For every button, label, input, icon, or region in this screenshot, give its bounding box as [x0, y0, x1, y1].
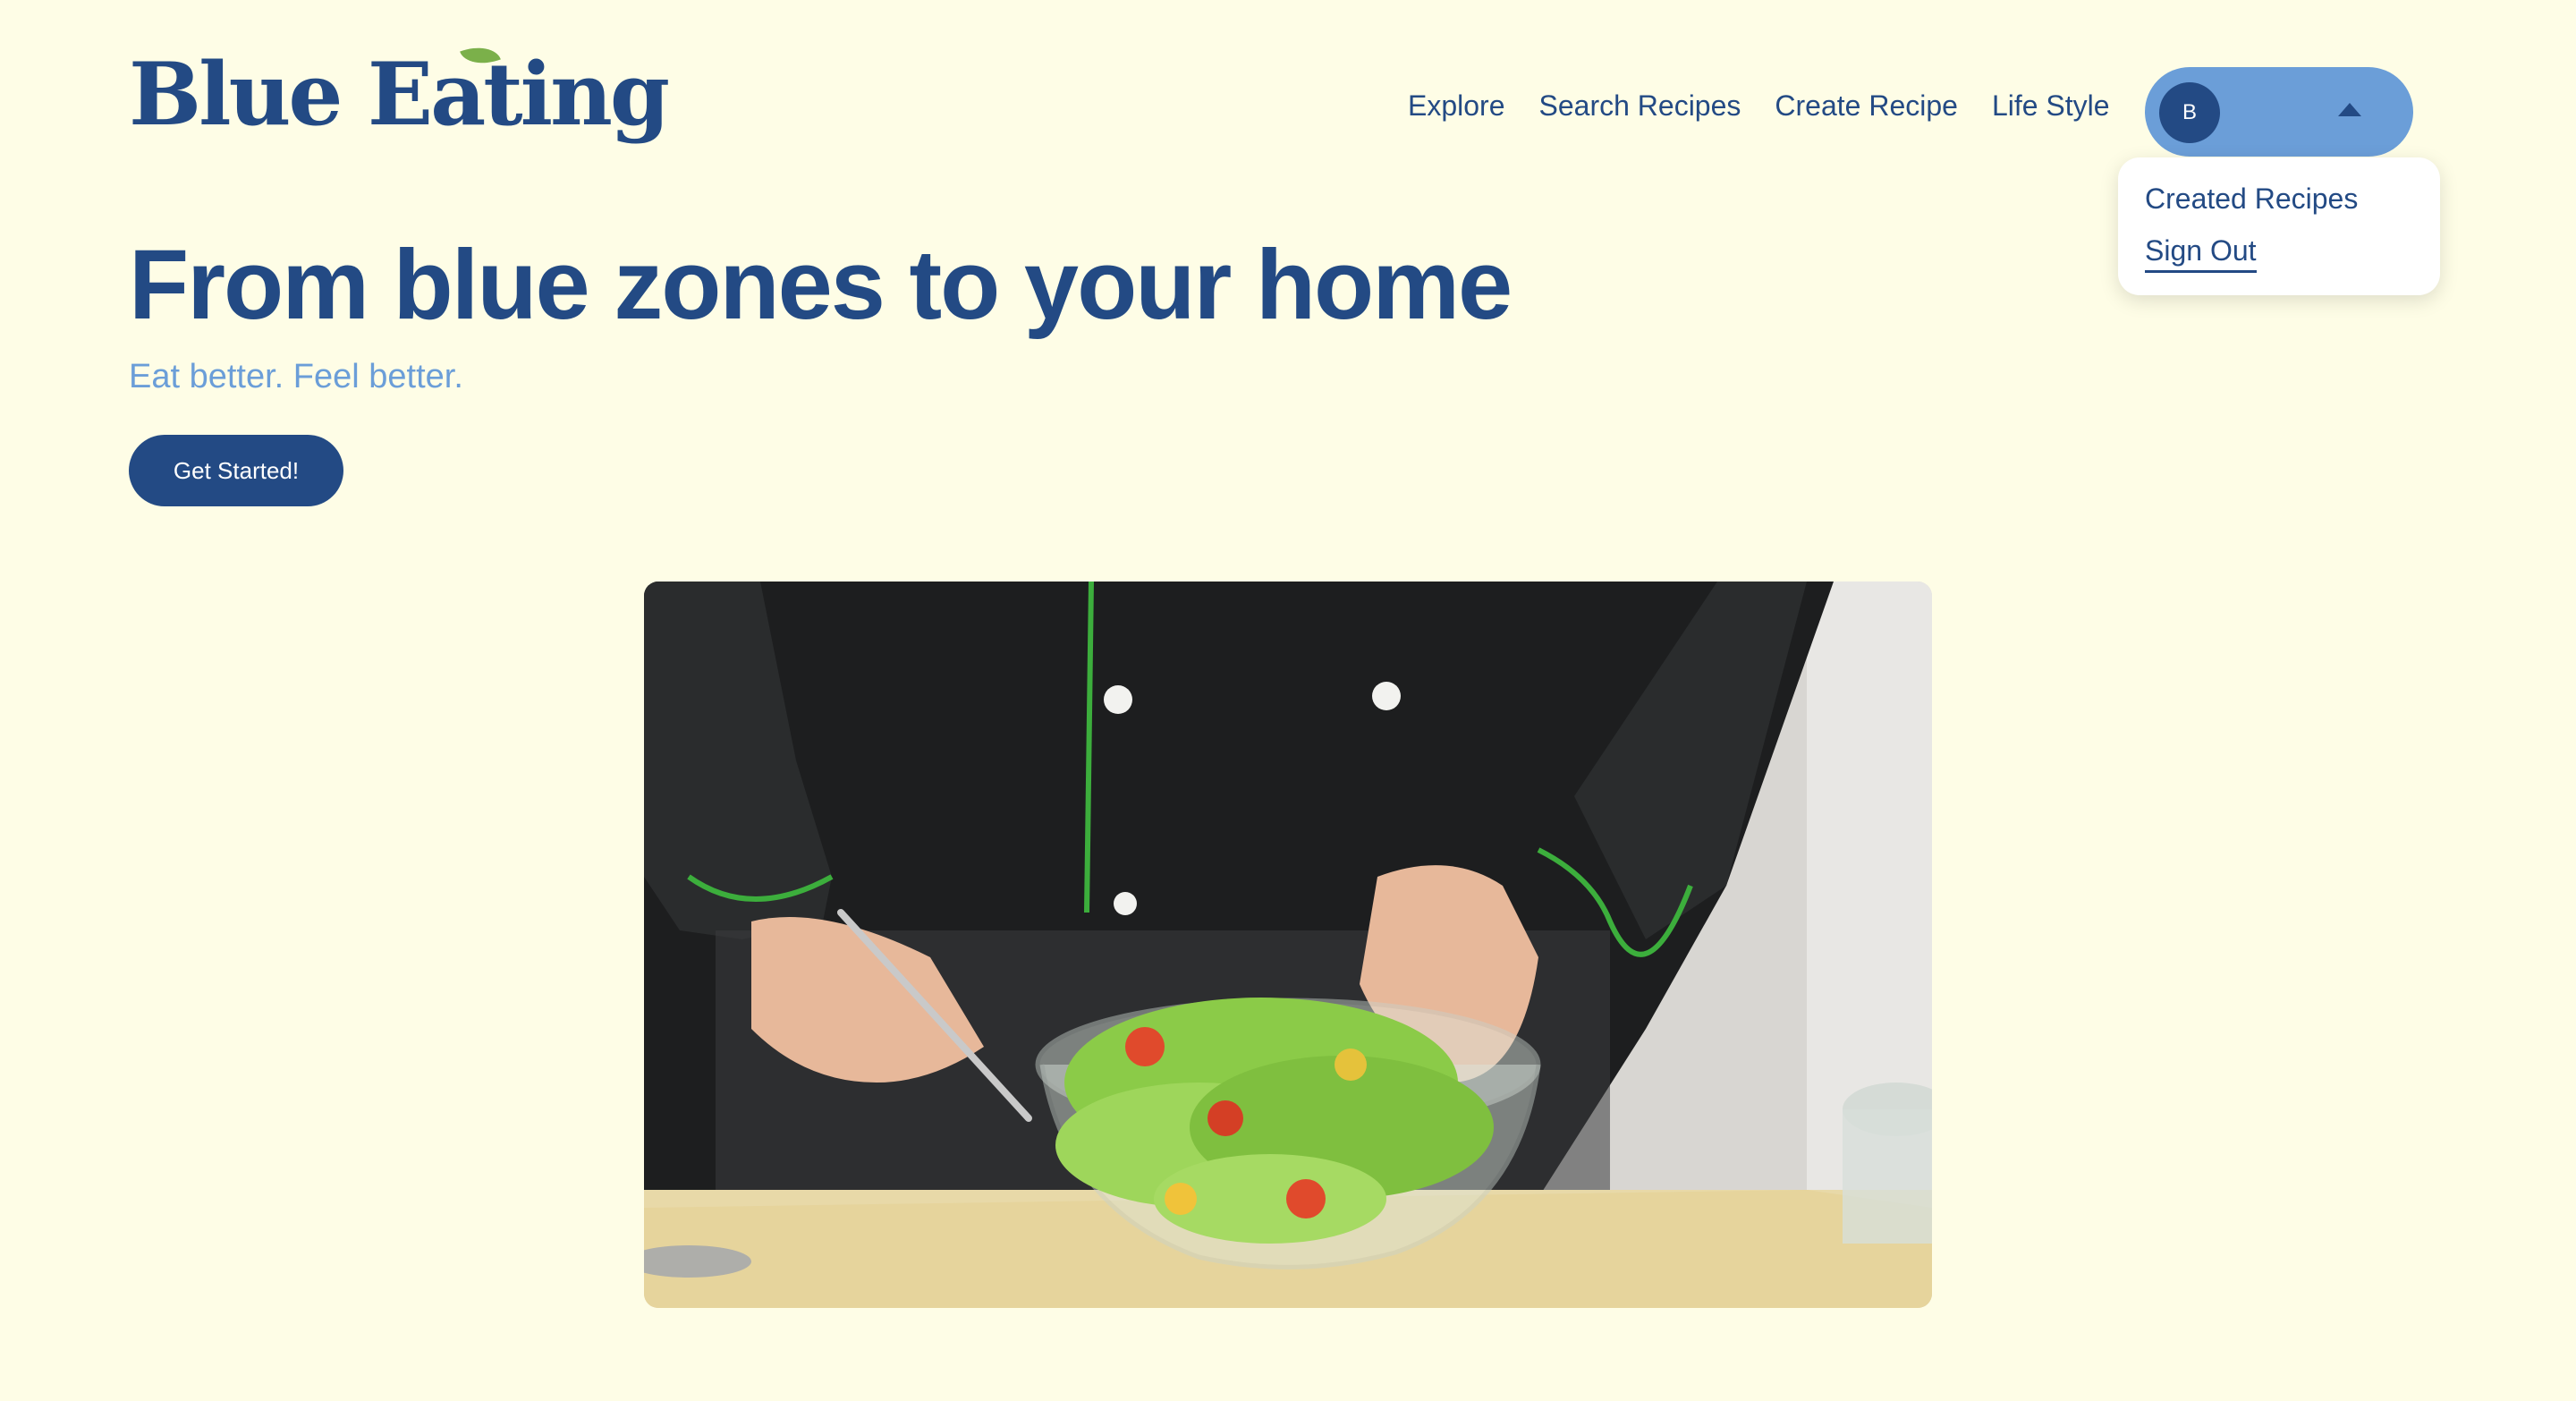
menu-item-sign-out[interactable]: Sign Out	[2145, 234, 2257, 273]
chef-salad-illustration	[644, 582, 1932, 1308]
hero-image	[644, 582, 1932, 1308]
avatar: B	[2159, 82, 2220, 143]
caret-up-icon	[2338, 103, 2361, 116]
get-started-button[interactable]: Get Started!	[129, 435, 343, 506]
brand-logo[interactable]: Blue Eating	[129, 38, 670, 138]
nav-explore[interactable]: Explore	[1408, 89, 1505, 123]
hero-subtitle: Eat better. Feel better.	[129, 358, 463, 395]
nav-life-style[interactable]: Life Style	[1992, 89, 2110, 123]
hero-title: From blue zones to your home	[129, 230, 1513, 340]
main-nav: Explore Search Recipes Create Recipe Lif…	[1408, 89, 2110, 123]
user-menu-toggle[interactable]: B	[2145, 67, 2413, 157]
menu-item-created-recipes[interactable]: Created Recipes	[2145, 183, 2358, 216]
nav-search-recipes[interactable]: Search Recipes	[1539, 89, 1741, 123]
nav-create-recipe[interactable]: Create Recipe	[1775, 89, 1958, 123]
user-dropdown-menu: Created Recipes Sign Out	[2118, 157, 2440, 295]
brand-name: Blue Eating	[129, 44, 670, 145]
